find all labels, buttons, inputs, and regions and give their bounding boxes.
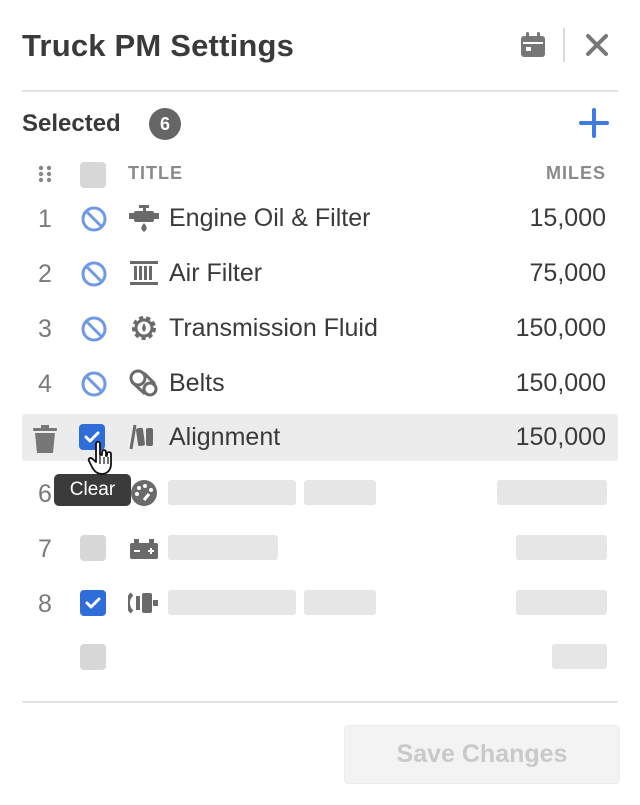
footer-divider xyxy=(22,701,618,703)
panel-header: Truck PM Settings xyxy=(22,22,618,70)
battery-icon xyxy=(128,533,160,563)
table-row-placeholder[interactable]: 7 xyxy=(22,525,618,572)
skeleton-miles xyxy=(497,480,607,505)
skeleton-subtitle xyxy=(304,480,376,505)
clear-tooltip: Clear xyxy=(54,474,131,506)
row-number: 8 xyxy=(38,590,52,618)
belts-icon xyxy=(128,368,160,398)
save-changes-button[interactable]: Save Changes xyxy=(344,725,620,784)
drag-handle-icon xyxy=(38,165,52,183)
item-miles: 15,000 xyxy=(529,204,606,232)
engine-oil-icon xyxy=(128,203,160,233)
item-miles: 150,000 xyxy=(515,369,606,397)
table-row[interactable]: 1 Engine Oil & Filter 15,000 xyxy=(22,195,618,242)
skeleton-title xyxy=(168,535,278,560)
item-miles: 150,000 xyxy=(515,314,606,342)
table-row-placeholder[interactable] xyxy=(22,634,618,681)
brake-icon xyxy=(125,588,160,618)
selected-label: Selected xyxy=(22,110,121,137)
hand-cursor-icon xyxy=(86,440,118,476)
item-miles: 150,000 xyxy=(515,423,606,451)
row-number: 3 xyxy=(38,315,52,343)
row-checkbox[interactable] xyxy=(80,535,106,561)
table-row-placeholder[interactable]: 8 xyxy=(22,580,618,627)
header-divider-line xyxy=(22,90,618,92)
skeleton-subtitle xyxy=(304,590,376,615)
gauge-icon xyxy=(128,478,160,508)
close-icon[interactable] xyxy=(582,30,612,60)
row-number: 1 xyxy=(38,205,52,233)
skeleton-title xyxy=(168,480,296,505)
column-header-title: TITLE xyxy=(128,163,183,183)
transmission-gear-icon xyxy=(128,313,160,343)
skeleton-miles xyxy=(516,590,607,615)
selected-count-badge: 6 xyxy=(149,108,181,140)
item-title: Alignment xyxy=(169,423,281,451)
item-title: Belts xyxy=(169,369,225,397)
page-title: Truck PM Settings xyxy=(22,28,295,63)
item-title: Engine Oil & Filter xyxy=(169,204,371,232)
calendar-icon[interactable] xyxy=(518,30,548,60)
skeleton-title xyxy=(168,590,296,615)
trash-icon[interactable] xyxy=(32,424,58,454)
ban-icon[interactable] xyxy=(80,370,108,398)
ban-icon[interactable] xyxy=(80,205,108,233)
table-row[interactable]: 3 Transmission Fluid 150,000 xyxy=(22,305,618,352)
select-all-checkbox[interactable] xyxy=(80,162,106,188)
table-row[interactable]: 4 Belts 150,000 xyxy=(22,360,618,407)
row-number: 2 xyxy=(38,260,52,288)
row-checkbox[interactable] xyxy=(80,644,106,670)
header-divider xyxy=(563,28,565,62)
air-filter-icon xyxy=(128,258,160,288)
ban-icon[interactable] xyxy=(80,315,108,343)
table-row[interactable]: 2 Air Filter 75,000 xyxy=(22,250,618,297)
column-header-miles: MILES xyxy=(545,163,606,183)
item-title: Transmission Fluid xyxy=(169,314,378,342)
skeleton-miles xyxy=(552,644,607,669)
item-title: Air Filter xyxy=(169,259,263,287)
skeleton-miles xyxy=(516,535,607,560)
row-number: 4 xyxy=(38,370,52,398)
row-checkbox[interactable] xyxy=(80,590,106,616)
alignment-icon xyxy=(128,422,160,452)
row-number: 7 xyxy=(38,535,52,563)
item-miles: 75,000 xyxy=(529,259,606,287)
ban-icon[interactable] xyxy=(80,260,108,288)
add-item-button[interactable] xyxy=(578,107,610,139)
